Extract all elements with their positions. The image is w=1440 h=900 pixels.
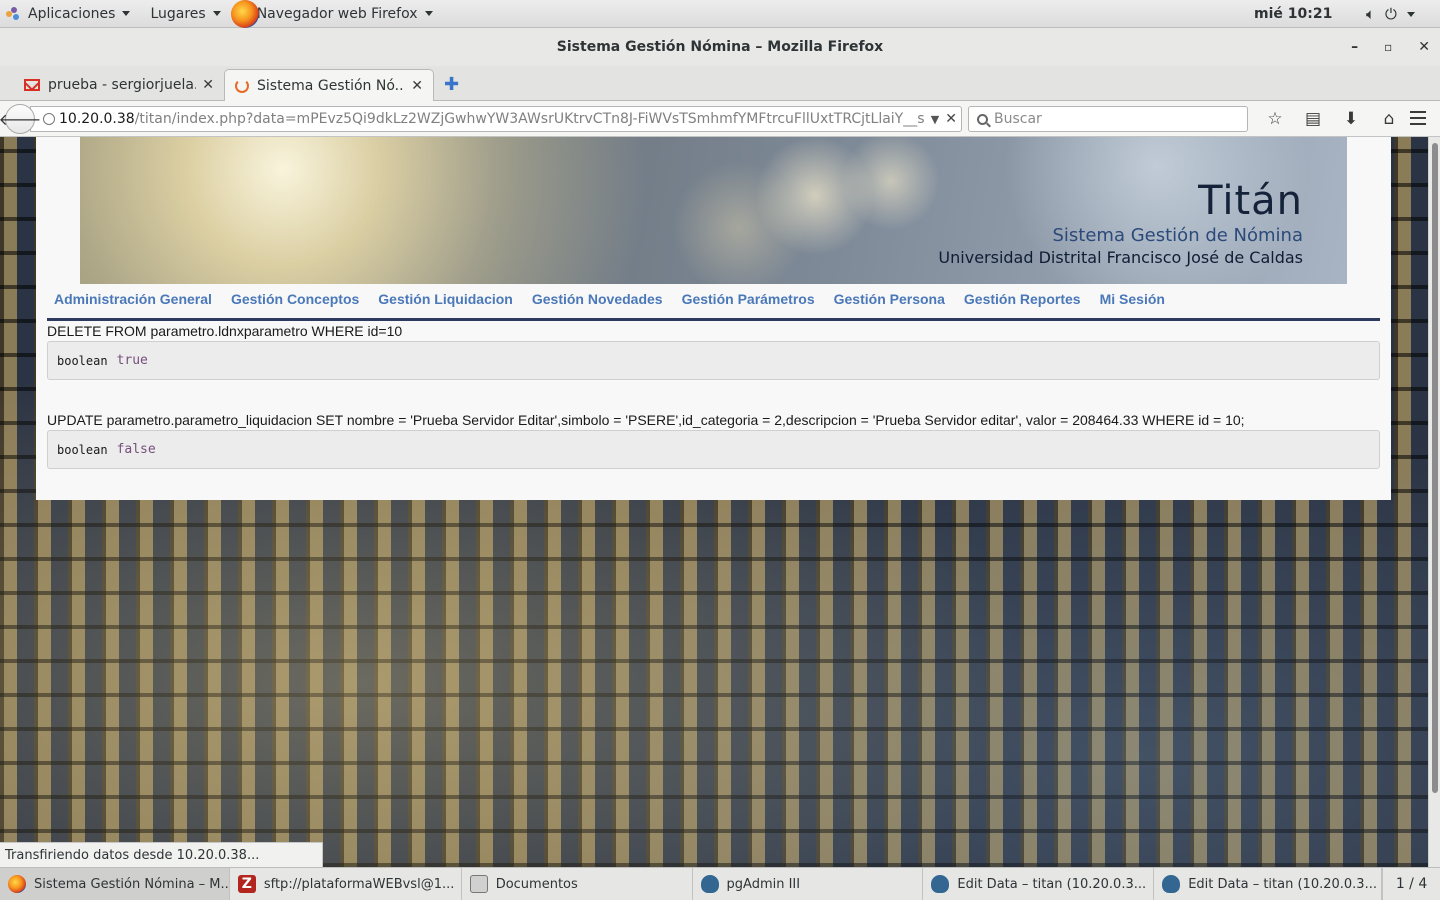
site-info-icon[interactable]: [43, 113, 55, 125]
chevron-down-icon: [1406, 11, 1415, 17]
taskbar-item-label: pgAdmin III: [726, 876, 801, 892]
new-tab-button[interactable]: ✚: [444, 74, 459, 95]
taskbar-item-label: sftp://plataformaWEBvsl@1...: [263, 876, 455, 892]
toolbar-icons: ☆ ▤ ⬇ ⌂: [1256, 101, 1408, 137]
taskbar-item-label: Documentos: [495, 876, 578, 892]
page-container: Titán Sistema Gestión de Nómina Universi…: [36, 137, 1391, 500]
menu-item-gestion-parametros[interactable]: Gestión Parámetros: [682, 291, 815, 307]
maximize-button[interactable]: ▫: [1384, 40, 1392, 54]
tab-label: prueba - sergiorjuela...: [48, 77, 197, 93]
url-history-dropdown-icon[interactable]: ▼: [931, 113, 939, 126]
workspace-indicator[interactable]: 1 / 4: [1382, 868, 1440, 900]
applications-icon: [6, 6, 20, 21]
header-banner: Titán Sistema Gestión de Nómina Universi…: [80, 137, 1347, 284]
url-host: 10.20.0.38: [59, 111, 135, 127]
result-value: false: [116, 442, 156, 457]
taskbar-item-label: Sistema Gestión Nómina – M...: [34, 876, 230, 892]
university-name: Universidad Distrital Francisco José de …: [938, 248, 1303, 267]
tab-sistema-gestion[interactable]: Sistema Gestión Nó... ✕: [224, 69, 434, 101]
loading-spinner-icon: [235, 78, 249, 93]
search-icon: [977, 113, 988, 125]
scrollbar-thumb[interactable]: [1432, 143, 1438, 793]
hamburger-menu-icon[interactable]: [1410, 111, 1426, 125]
navigation-toolbar: 🡐 10.20.0.38 /titan/index.php?data=mPEvz…: [0, 101, 1440, 137]
close-tab-button[interactable]: ✕: [202, 77, 214, 93]
menu-item-gestion-novedades[interactable]: Gestión Novedades: [532, 291, 663, 307]
power-icon: ⏻: [1385, 5, 1397, 23]
stop-loading-button[interactable]: ✕: [945, 111, 957, 127]
chevron-down-icon: [212, 11, 221, 16]
home-icon[interactable]: ⌂: [1370, 109, 1408, 129]
url-bar[interactable]: 10.20.0.38 /titan/index.php?data=mPEvz5Q…: [30, 106, 962, 132]
taskbar-item-documentos[interactable]: Documentos: [462, 868, 693, 900]
result-value: true: [116, 353, 148, 368]
search-bar[interactable]: Buscar: [968, 106, 1248, 132]
menu-item-gestion-conceptos[interactable]: Gestión Conceptos: [231, 291, 359, 307]
banner-text: Titán Sistema Gestión de Nómina Universi…: [938, 177, 1303, 269]
minimize-button[interactable]: –: [1351, 39, 1358, 55]
chevron-down-icon: [122, 11, 131, 16]
result-type: boolean: [57, 353, 108, 368]
main-menu: Administración General Gestión Conceptos…: [54, 291, 1184, 307]
site-title: Titán: [1198, 178, 1303, 224]
result-type: boolean: [57, 442, 108, 457]
sql-query-update: UPDATE parametro.parametro_liquidacion S…: [47, 412, 1245, 428]
search-placeholder: Buscar: [994, 111, 1042, 127]
back-button[interactable]: 🡐: [0, 104, 41, 134]
vertical-scrollbar[interactable]: [1428, 137, 1440, 867]
var-dump-result: boolean false: [47, 430, 1380, 469]
close-tab-button[interactable]: ✕: [411, 78, 423, 94]
firefox-icon: [8, 875, 26, 893]
taskbar-item-filezilla[interactable]: Z sftp://plataformaWEBvsl@1...: [230, 868, 462, 900]
menu-item-gestion-persona[interactable]: Gestión Persona: [834, 291, 945, 307]
tab-gmail[interactable]: prueba - sergiorjuela... ✕: [14, 69, 224, 101]
tab-strip: prueba - sergiorjuela... ✕ Sistema Gesti…: [0, 66, 1440, 101]
menu-divider: [47, 318, 1380, 321]
applications-menu[interactable]: Aplicaciones: [0, 0, 138, 28]
volume-icon: 🔈︎: [1366, 5, 1376, 23]
var-dump-result: boolean true: [47, 341, 1380, 380]
taskbar-item-label: Edit Data – titan (10.20.0.3...: [957, 876, 1147, 892]
taskbar-item-edit-data-2[interactable]: Edit Data – titan (10.20.0.3...: [1154, 868, 1383, 900]
gmail-icon: [24, 79, 40, 91]
tab-label: Sistema Gestión Nó...: [257, 77, 406, 94]
applications-label: Aplicaciones: [28, 5, 116, 22]
documents-icon: [469, 875, 488, 893]
sql-query-delete: DELETE FROM parametro.ldnxparametro WHER…: [47, 323, 403, 339]
clock[interactable]: mié 10:21: [1254, 0, 1332, 28]
system-status-area[interactable]: 🔈︎ ⏻: [1366, 0, 1415, 28]
places-label: Lugares: [150, 5, 206, 22]
pgadmin-icon: [700, 875, 719, 893]
taskbar-item-pgadmin[interactable]: pgAdmin III: [693, 868, 924, 900]
menu-item-gestion-reportes[interactable]: Gestión Reportes: [964, 291, 1081, 307]
downloads-icon[interactable]: ⬇: [1332, 109, 1370, 129]
taskbar-item-edit-data-1[interactable]: Edit Data – titan (10.20.0.3...: [923, 868, 1155, 900]
window-title-bar: Sistema Gestión Nómina – Mozilla Firefox…: [0, 28, 1440, 66]
window-controls: – ▫ ✕: [1351, 28, 1430, 66]
menu-item-mi-sesion[interactable]: Mi Sesión: [1100, 291, 1165, 307]
close-window-button[interactable]: ✕: [1418, 39, 1430, 55]
url-path: /titan/index.php?data=mPEvz5Qi9dkLz2WZjG…: [134, 111, 925, 127]
filezilla-icon: Z: [237, 875, 256, 893]
menu-item-gestion-liquidacion[interactable]: Gestión Liquidacion: [378, 291, 513, 307]
site-subtitle: Sistema Gestión de Nómina: [1052, 225, 1304, 246]
window-list-taskbar: Sistema Gestión Nómina – M... Z sftp://p…: [0, 867, 1440, 900]
firefox-icon: [230, 0, 259, 28]
status-panel: Transfiriendo datos desde 10.20.0.38...: [0, 842, 323, 867]
active-app-label: Navegador web Firefox: [256, 5, 418, 22]
taskbar-item-firefox[interactable]: Sistema Gestión Nómina – M...: [0, 868, 230, 900]
app-menu-firefox[interactable]: Navegador web Firefox: [229, 0, 441, 28]
page-viewport: Titán Sistema Gestión de Nómina Universi…: [0, 137, 1428, 867]
menu-item-administracion-general[interactable]: Administración General: [54, 291, 212, 307]
chevron-down-icon: [424, 11, 433, 16]
bookmark-star-icon[interactable]: ☆: [1256, 109, 1294, 129]
taskbar-item-label: Edit Data – titan (10.20.0.3...: [1188, 876, 1377, 892]
window-title: Sistema Gestión Nómina – Mozilla Firefox: [556, 39, 884, 55]
arrow-left-icon: 🡐: [0, 110, 42, 129]
gnome-top-bar: Aplicaciones Lugares Navegador web Firef…: [0, 0, 1440, 28]
bookmarks-menu-icon[interactable]: ▤: [1294, 109, 1332, 129]
pgadmin-icon: [931, 875, 950, 893]
places-menu[interactable]: Lugares: [138, 0, 228, 28]
pgadmin-icon: [1162, 875, 1181, 893]
